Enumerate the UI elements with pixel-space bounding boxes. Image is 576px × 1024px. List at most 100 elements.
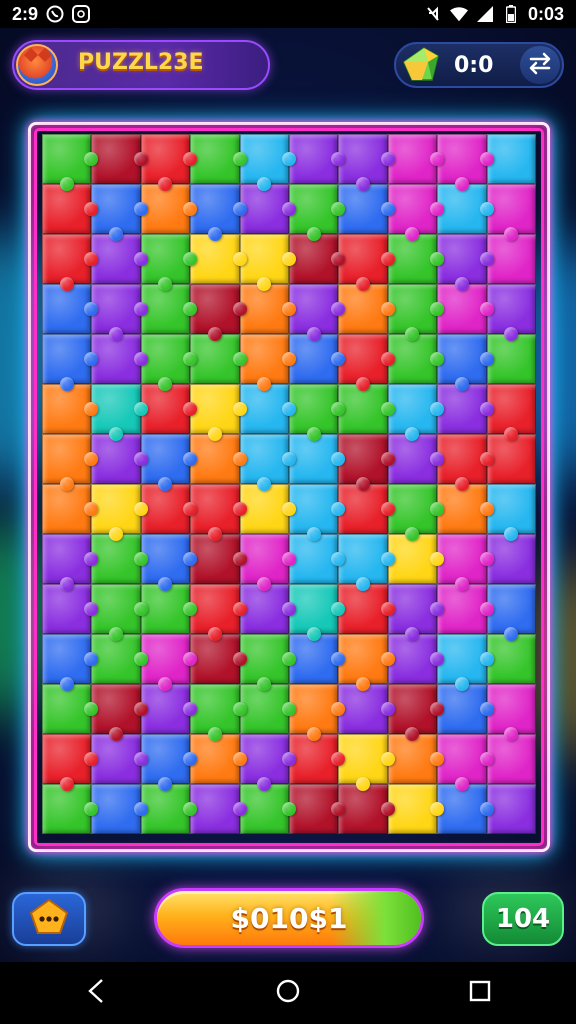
puzzle-piece[interactable] xyxy=(140,184,198,234)
puzzle-piece[interactable] xyxy=(140,284,198,334)
puzzle-piece[interactable] xyxy=(140,384,198,434)
puzzle-piece[interactable] xyxy=(338,434,396,491)
puzzle-piece[interactable] xyxy=(387,784,445,834)
puzzle-piece[interactable] xyxy=(289,484,346,541)
puzzle-piece[interactable] xyxy=(387,584,445,641)
puzzle-piece[interactable] xyxy=(140,234,198,291)
puzzle-piece[interactable] xyxy=(91,184,149,241)
fox-avatar[interactable] xyxy=(16,44,58,86)
puzzle-piece[interactable] xyxy=(42,134,99,191)
puzzle-piece[interactable] xyxy=(387,534,445,584)
puzzle-piece[interactable] xyxy=(486,584,536,641)
puzzle-piece[interactable] xyxy=(91,384,149,441)
puzzle-piece[interactable] xyxy=(190,684,248,741)
puzzle-piece[interactable] xyxy=(239,734,297,791)
puzzle-piece[interactable] xyxy=(338,284,396,334)
puzzle-piece[interactable] xyxy=(437,434,495,491)
puzzle-piece[interactable] xyxy=(387,484,445,541)
puzzle-piece[interactable] xyxy=(91,534,149,584)
puzzle-piece[interactable] xyxy=(190,484,248,541)
puzzle-piece[interactable] xyxy=(140,534,198,591)
puzzle-piece[interactable] xyxy=(190,184,248,241)
puzzle-piece[interactable] xyxy=(338,234,396,291)
puzzle-piece[interactable] xyxy=(42,684,99,734)
puzzle-piece[interactable] xyxy=(91,634,149,684)
puzzle-piece[interactable] xyxy=(486,684,536,741)
puzzle-piece[interactable] xyxy=(387,234,445,284)
puzzle-piece[interactable] xyxy=(289,184,346,241)
puzzle-piece[interactable] xyxy=(239,684,297,734)
puzzle-piece[interactable] xyxy=(387,184,445,241)
puzzle-piece[interactable] xyxy=(486,484,536,541)
puzzle-piece[interactable] xyxy=(289,634,346,684)
puzzle-piece[interactable] xyxy=(289,734,346,784)
puzzle-piece[interactable] xyxy=(338,484,396,534)
puzzle-piece[interactable] xyxy=(140,684,198,734)
puzzle-piece[interactable] xyxy=(289,684,346,741)
nav-recents-button[interactable] xyxy=(450,973,510,1013)
puzzle-piece[interactable] xyxy=(437,284,495,334)
puzzle-piece[interactable] xyxy=(190,584,248,641)
puzzle-piece[interactable] xyxy=(42,334,99,391)
puzzle-piece[interactable] xyxy=(239,384,297,434)
puzzle-piece[interactable] xyxy=(239,334,297,391)
puzzle-piece[interactable] xyxy=(289,784,346,834)
puzzle-piece[interactable] xyxy=(140,584,198,634)
puzzle-piece[interactable] xyxy=(387,634,445,684)
puzzle-piece[interactable] xyxy=(42,634,99,691)
puzzle-piece[interactable] xyxy=(486,234,536,284)
swap-button[interactable] xyxy=(520,46,560,84)
action-button[interactable]: $010$1 xyxy=(154,888,424,948)
puzzle-piece[interactable] xyxy=(91,284,149,341)
puzzle-piece[interactable] xyxy=(387,134,445,184)
puzzle-piece[interactable] xyxy=(190,534,248,584)
puzzle-piece[interactable] xyxy=(42,184,99,234)
puzzle-piece[interactable] xyxy=(190,384,248,441)
puzzle-piece[interactable] xyxy=(42,384,99,434)
puzzle-piece[interactable] xyxy=(140,334,198,391)
puzzle-piece[interactable] xyxy=(140,484,198,534)
puzzle-piece[interactable] xyxy=(338,584,396,634)
puzzle-piece[interactable] xyxy=(289,234,346,284)
puzzle-piece[interactable] xyxy=(190,134,248,184)
puzzle-piece[interactable] xyxy=(239,534,297,591)
puzzle-piece[interactable] xyxy=(486,184,536,241)
puzzle-piece[interactable] xyxy=(387,284,445,341)
puzzle-piece[interactable] xyxy=(239,634,297,691)
puzzle-piece[interactable] xyxy=(42,434,99,491)
puzzle-piece[interactable] xyxy=(387,734,445,784)
puzzle-piece[interactable] xyxy=(289,284,346,341)
puzzle-piece[interactable] xyxy=(91,784,149,834)
puzzle-piece[interactable] xyxy=(140,134,198,191)
puzzle-piece[interactable] xyxy=(486,784,536,834)
puzzle-piece[interactable] xyxy=(486,534,536,584)
puzzle-piece[interactable] xyxy=(91,434,149,484)
puzzle-piece[interactable] xyxy=(437,384,495,434)
puzzle-piece[interactable] xyxy=(486,384,536,441)
puzzle-piece[interactable] xyxy=(437,584,495,634)
puzzle-piece[interactable] xyxy=(190,734,248,784)
puzzle-piece[interactable] xyxy=(91,484,149,541)
puzzle-piece[interactable] xyxy=(338,634,396,691)
puzzle-piece[interactable] xyxy=(190,284,248,341)
puzzle-piece[interactable] xyxy=(42,734,99,791)
puzzle-piece[interactable] xyxy=(140,434,198,491)
puzzle-piece[interactable] xyxy=(190,434,248,484)
puzzle-piece[interactable] xyxy=(437,734,495,791)
profile-pill[interactable]: PUZZL23E xyxy=(12,40,270,90)
puzzle-piece[interactable] xyxy=(239,434,297,491)
puzzle-piece[interactable] xyxy=(239,234,297,291)
puzzle-piece[interactable] xyxy=(289,384,346,441)
puzzle-piece[interactable] xyxy=(486,284,536,341)
puzzle-piece[interactable] xyxy=(289,534,346,584)
puzzle-piece[interactable] xyxy=(91,734,149,784)
puzzle-piece[interactable] xyxy=(91,684,149,741)
puzzle-piece[interactable] xyxy=(338,684,396,734)
puzzle-piece[interactable] xyxy=(338,734,396,791)
puzzle-piece[interactable] xyxy=(42,534,99,591)
puzzle-piece[interactable] xyxy=(486,634,536,684)
puzzle-piece[interactable] xyxy=(289,434,346,484)
puzzle-piece[interactable] xyxy=(190,784,248,834)
nav-back-button[interactable] xyxy=(66,973,126,1013)
puzzle-piece[interactable] xyxy=(338,334,396,391)
